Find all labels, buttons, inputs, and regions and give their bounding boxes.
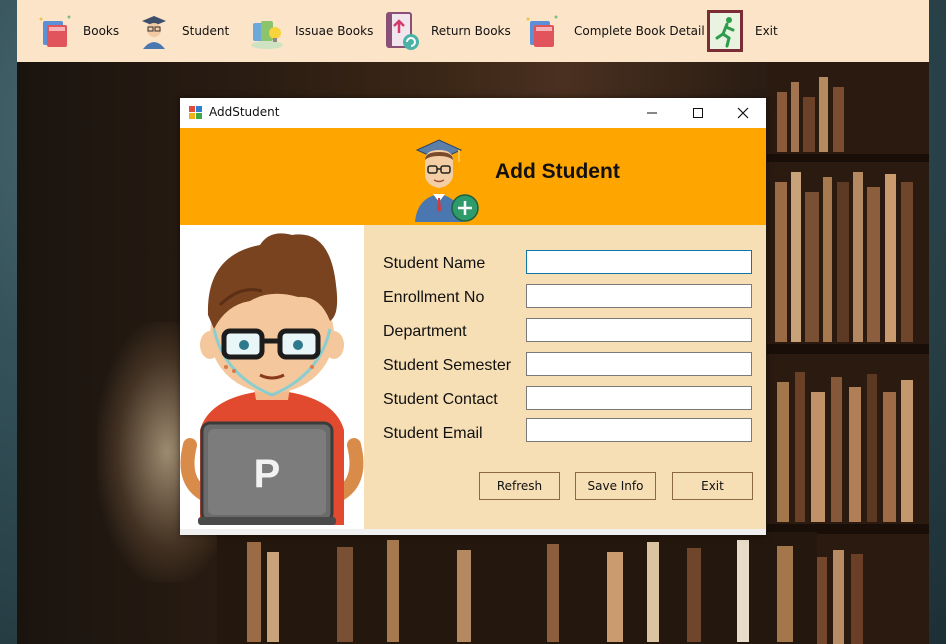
close-button[interactable] bbox=[720, 98, 766, 128]
student-contact-input[interactable] bbox=[526, 386, 752, 410]
menu-label-issue-books: Issuae Books bbox=[295, 24, 374, 38]
label-student-semester: Student Semester bbox=[383, 357, 512, 374]
menu-item-student[interactable]: Student bbox=[132, 0, 229, 62]
menu-label-books: Books bbox=[83, 24, 120, 38]
menu-item-return-books[interactable]: Return Books bbox=[381, 0, 511, 62]
main-menubar: Books Student Issuae Books Return Books … bbox=[17, 0, 929, 62]
menu-label-student: Student bbox=[182, 24, 230, 38]
student-form: Student Name Enrollment No Department St… bbox=[364, 225, 766, 529]
issue-books-icon bbox=[245, 9, 289, 53]
maximize-button[interactable] bbox=[675, 98, 721, 128]
student-illustration-panel: P bbox=[180, 225, 364, 529]
background-bottom-shelf bbox=[217, 532, 817, 644]
student-with-laptop-illustration: P bbox=[180, 233, 364, 525]
menu-item-exit[interactable]: Exit bbox=[703, 0, 778, 62]
page-title: Add Student bbox=[495, 160, 620, 183]
graduate-student-icon bbox=[409, 136, 485, 224]
menu-label-complete-book-detail: Complete Book Detail bbox=[574, 24, 705, 38]
menu-item-issue-books[interactable]: Issuae Books bbox=[245, 0, 373, 62]
minimize-icon bbox=[647, 112, 657, 114]
student-semester-input[interactable] bbox=[526, 352, 752, 376]
student-name-input[interactable] bbox=[526, 250, 752, 274]
book-detail-icon bbox=[520, 9, 564, 53]
menu-item-complete-book-detail[interactable]: Complete Book Detail bbox=[520, 0, 705, 62]
menu-label-return-books: Return Books bbox=[431, 24, 511, 38]
exit-button[interactable]: Exit bbox=[672, 472, 753, 500]
student-email-input[interactable] bbox=[526, 418, 752, 442]
label-student-name: Student Name bbox=[383, 255, 486, 272]
return-books-icon bbox=[381, 9, 425, 53]
books-icon bbox=[33, 9, 77, 53]
save-info-button[interactable]: Save Info bbox=[575, 472, 656, 500]
window-title: AddStudent bbox=[209, 105, 280, 119]
enrollment-no-input[interactable] bbox=[526, 284, 752, 308]
exit-icon bbox=[703, 9, 747, 53]
close-icon bbox=[737, 107, 749, 119]
maximize-icon bbox=[693, 108, 703, 118]
app-icon bbox=[189, 105, 203, 119]
label-department: Department bbox=[383, 323, 467, 340]
window-titlebar[interactable]: AddStudent bbox=[180, 98, 766, 128]
window-bottom-edge bbox=[180, 529, 766, 535]
menu-label-exit: Exit bbox=[755, 24, 778, 38]
add-student-window: AddStudent Add Student P Student Name En… bbox=[180, 98, 766, 535]
label-enrollment-no: Enrollment No bbox=[383, 289, 485, 306]
label-student-email: Student Email bbox=[383, 425, 483, 442]
minimize-button[interactable] bbox=[629, 98, 675, 128]
refresh-button[interactable]: Refresh bbox=[479, 472, 560, 500]
label-student-contact: Student Contact bbox=[383, 391, 498, 408]
menu-item-books[interactable]: Books bbox=[33, 0, 119, 62]
laptop-logo-letter: P bbox=[254, 452, 281, 496]
department-input[interactable] bbox=[526, 318, 752, 342]
student-icon bbox=[132, 9, 176, 53]
